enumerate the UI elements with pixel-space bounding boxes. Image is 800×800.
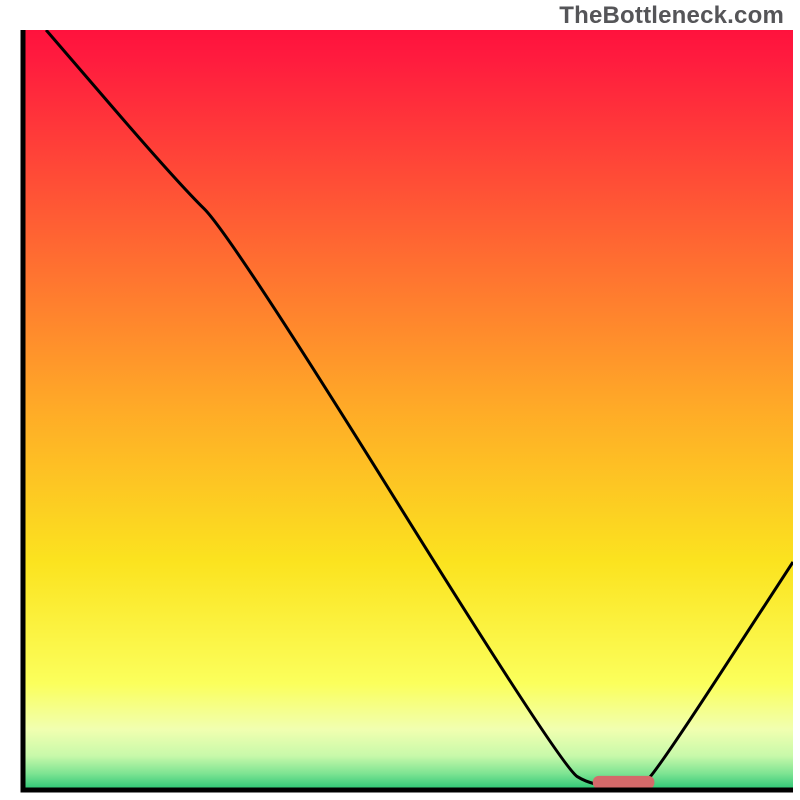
chart-frame: TheBottleneck.com <box>0 0 800 800</box>
bottleneck-chart <box>0 0 800 800</box>
optimum-marker <box>593 776 655 789</box>
gradient-background <box>23 30 793 790</box>
